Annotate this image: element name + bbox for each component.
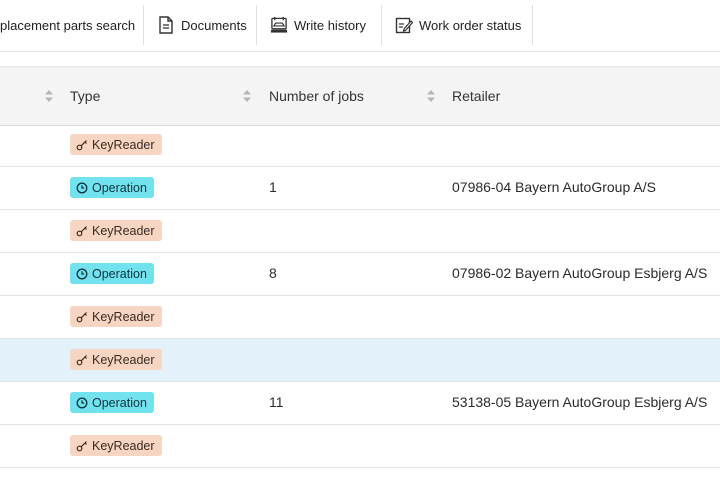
key-icon <box>76 354 88 366</box>
edit-icon <box>395 16 413 34</box>
clock-icon <box>76 397 88 409</box>
toolbar-divider <box>532 5 533 45</box>
table-body: KeyReader Operation 1 07986-04 Bayern Au… <box>0 124 720 468</box>
type-label: KeyReader <box>92 137 155 152</box>
table-row[interactable]: KeyReader <box>0 210 720 253</box>
type-label: Operation <box>92 180 147 195</box>
clock-icon <box>76 182 88 194</box>
type-label: KeyReader <box>92 438 155 453</box>
key-icon <box>76 440 88 452</box>
sort-icon[interactable] <box>243 89 251 102</box>
type-badge-operation: Operation <box>70 392 154 413</box>
work-order-status-button[interactable]: Work order status <box>395 5 521 45</box>
column-header-type[interactable]: Type <box>70 88 100 104</box>
retailer-name: 07986-04 Bayern AutoGroup A/S <box>452 179 656 195</box>
documents-button[interactable]: Documents <box>157 5 247 45</box>
key-icon <box>76 225 88 237</box>
toolbar: placement parts search Documents Write h… <box>0 0 720 52</box>
toolbar-divider <box>256 5 257 45</box>
replacement-parts-search-button[interactable]: placement parts search <box>0 5 135 45</box>
type-label: Operation <box>92 395 147 410</box>
key-icon <box>76 311 88 323</box>
type-label: KeyReader <box>92 352 155 367</box>
sort-icon[interactable] <box>427 89 435 102</box>
type-badge-keyreader: KeyReader <box>70 306 162 327</box>
jobs-count: 11 <box>269 394 284 410</box>
table-row[interactable]: KeyReader <box>0 425 720 468</box>
document-icon <box>157 16 175 34</box>
write-history-button[interactable]: Write history <box>270 5 366 45</box>
table-row[interactable]: Operation 1 07986-04 Bayern AutoGroup A/… <box>0 167 720 210</box>
type-label: KeyReader <box>92 309 155 324</box>
replacement-parts-search-label: placement parts search <box>0 17 136 33</box>
write-history-label: Write history <box>294 17 366 33</box>
jobs-count: 1 <box>269 179 277 195</box>
type-badge-keyreader: KeyReader <box>70 220 162 241</box>
table-row[interactable]: KeyReader <box>0 296 720 339</box>
table-row[interactable]: KeyReader <box>0 124 720 167</box>
table-header: Type Number of jobs Retailer <box>0 66 720 126</box>
retailer-name: 07986-02 Bayern AutoGroup Esbjerg A/S <box>452 265 708 281</box>
column-header-retailer[interactable]: Retailer <box>452 88 500 104</box>
table-row[interactable]: Operation 8 07986-02 Bayern AutoGroup Es… <box>0 253 720 296</box>
type-badge-keyreader: KeyReader <box>70 349 162 370</box>
type-badge-keyreader: KeyReader <box>70 134 162 155</box>
table-row-selected[interactable]: KeyReader <box>0 339 720 382</box>
toolbar-divider <box>381 5 382 45</box>
work-order-status-label: Work order status <box>419 17 522 33</box>
documents-label: Documents <box>181 17 247 33</box>
jobs-count: 8 <box>269 265 277 281</box>
key-icon <box>76 139 88 151</box>
type-badge-operation: Operation <box>70 177 154 198</box>
type-label: Operation <box>92 266 147 281</box>
column-header-number-of-jobs[interactable]: Number of jobs <box>269 88 364 104</box>
table-row[interactable]: Operation 11 53138-05 Bayern AutoGroup E… <box>0 382 720 425</box>
car-history-icon <box>270 16 288 34</box>
toolbar-divider <box>143 5 144 45</box>
type-badge-operation: Operation <box>70 263 154 284</box>
retailer-name: 53138-05 Bayern AutoGroup Esbjerg A/S <box>452 394 708 410</box>
type-badge-keyreader: KeyReader <box>70 435 162 456</box>
clock-icon <box>76 268 88 280</box>
type-label: KeyReader <box>92 223 155 238</box>
sort-icon[interactable] <box>45 89 53 102</box>
